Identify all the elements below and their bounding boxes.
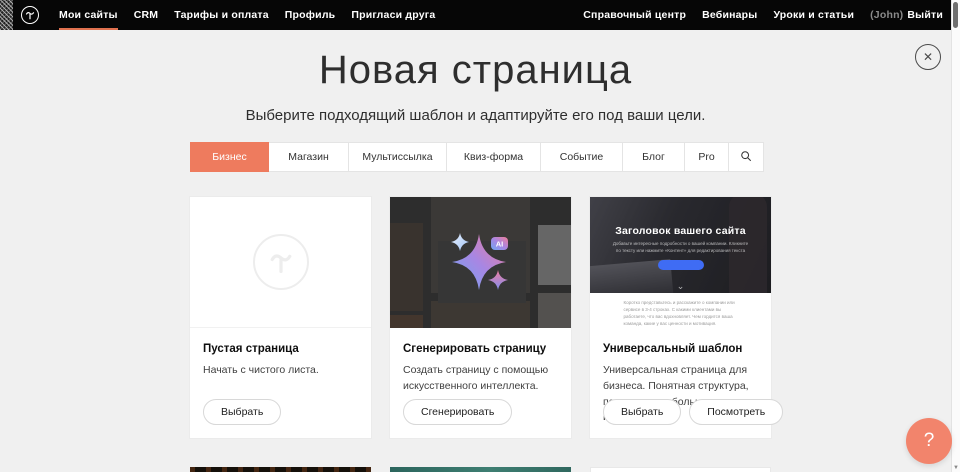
card-blank-page[interactable]: Пустая страница Начать с чистого листа. …: [190, 197, 371, 438]
edge-pattern: [0, 0, 13, 30]
card-universal-template[interactable]: Заголовок вашего сайта Добавьте интересн…: [590, 197, 771, 438]
nav-webinars[interactable]: Вебинары: [702, 0, 757, 30]
card-title: Универсальный шаблон: [603, 343, 758, 355]
page-title: Новая страница: [0, 50, 951, 90]
tab-event[interactable]: Событие: [540, 142, 623, 172]
tilda-logo-icon: [21, 6, 39, 24]
nav-plans-payment[interactable]: Тарифы и оплата: [174, 0, 269, 30]
tilda-placeholder-icon: [253, 234, 309, 290]
ai-badge: AI: [496, 240, 504, 249]
preview-body-text: Коротко представьтесь и расскажите о ком…: [624, 300, 738, 328]
nav-my-sites[interactable]: Мои сайты: [59, 0, 118, 30]
choose-button[interactable]: Выбрать: [603, 399, 681, 425]
tab-business[interactable]: Бизнес: [190, 142, 269, 172]
tilda-logo[interactable]: [21, 6, 39, 24]
preview-hero-title: Заголовок вашего сайта: [615, 225, 746, 237]
template-card-partial[interactable]: [590, 467, 771, 472]
nav-crm[interactable]: CRM: [134, 0, 159, 30]
modal-header: Новая страница Выберите подходящий шабло…: [0, 50, 951, 124]
nav-help-center[interactable]: Справочный центр: [583, 0, 686, 30]
question-mark-icon: ?: [924, 430, 935, 452]
tab-search[interactable]: [728, 142, 764, 172]
card-body: Пустая страница Начать с чистого листа.: [190, 343, 371, 379]
page-scrollbar[interactable]: ▼: [951, 0, 960, 472]
card-body: Сгенерировать страницу Создать страницу …: [390, 343, 571, 395]
help-button[interactable]: ?: [906, 418, 952, 464]
tab-blog[interactable]: Блог: [622, 142, 685, 172]
ai-sparkle-icon: AI: [390, 197, 571, 328]
view-button[interactable]: Посмотреть: [689, 399, 783, 425]
topbar: Мои сайты CRM Тарифы и оплата Профиль Пр…: [0, 0, 951, 30]
choose-button[interactable]: Выбрать: [203, 399, 281, 425]
page-subtitle: Выберите подходящий шаблон и адаптируйте…: [0, 107, 951, 124]
tab-quiz-form[interactable]: Квиз-форма: [446, 142, 541, 172]
nav-lessons-articles[interactable]: Уроки и статьи: [773, 0, 854, 30]
ai-preview: AI: [390, 197, 571, 328]
scrollbar-down-arrow-icon[interactable]: ▼: [952, 465, 960, 471]
preview-hero-subtitle: Добавьте интересные подробности о вашей …: [611, 241, 751, 255]
main-nav: Мои сайты CRM Тарифы и оплата Профиль Пр…: [59, 0, 435, 30]
user-name: (John): [870, 9, 903, 21]
template-preview: Заголовок вашего сайта Добавьте интересн…: [590, 197, 771, 328]
secondary-nav: Справочный центр Вебинары Уроки и статьи…: [583, 0, 943, 30]
nav-logout[interactable]: (John) Выйти: [870, 0, 943, 30]
chevron-down-icon: ⌄: [677, 282, 685, 291]
template-cards: Пустая страница Начать с чистого листа. …: [190, 197, 771, 438]
tab-pro[interactable]: Pro: [684, 142, 729, 172]
nav-profile[interactable]: Профиль: [285, 0, 336, 30]
blank-page-preview: [190, 197, 371, 328]
template-card-partial[interactable]: [190, 467, 371, 472]
card-description: Начать с чистого листа.: [203, 363, 358, 379]
tab-multilink[interactable]: Мультиссылка: [348, 142, 447, 172]
next-template-row: [190, 467, 771, 472]
template-category-tabs: Бизнес Магазин Мультиссылка Квиз-форма С…: [190, 142, 764, 172]
template-card-partial[interactable]: [390, 467, 571, 472]
logout-label: Выйти: [907, 9, 943, 21]
template-hero: Заголовок вашего сайта Добавьте интересн…: [590, 197, 771, 293]
scrollbar-thumb[interactable]: [953, 2, 958, 28]
search-icon: [740, 150, 752, 165]
card-title: Сгенерировать страницу: [403, 343, 558, 355]
preview-cta-button: [658, 260, 704, 270]
card-ai-generate[interactable]: AI Сгенерировать страницу Создать страни…: [390, 197, 571, 438]
template-body-section: Коротко представьтесь и расскажите о ком…: [590, 293, 771, 328]
nav-invite-friend[interactable]: Пригласи друга: [351, 0, 435, 30]
card-title: Пустая страница: [203, 343, 358, 355]
generate-button[interactable]: Сгенерировать: [403, 399, 512, 425]
card-description: Создать страницу с помощью искусственног…: [403, 363, 558, 395]
tab-store[interactable]: Магазин: [268, 142, 349, 172]
